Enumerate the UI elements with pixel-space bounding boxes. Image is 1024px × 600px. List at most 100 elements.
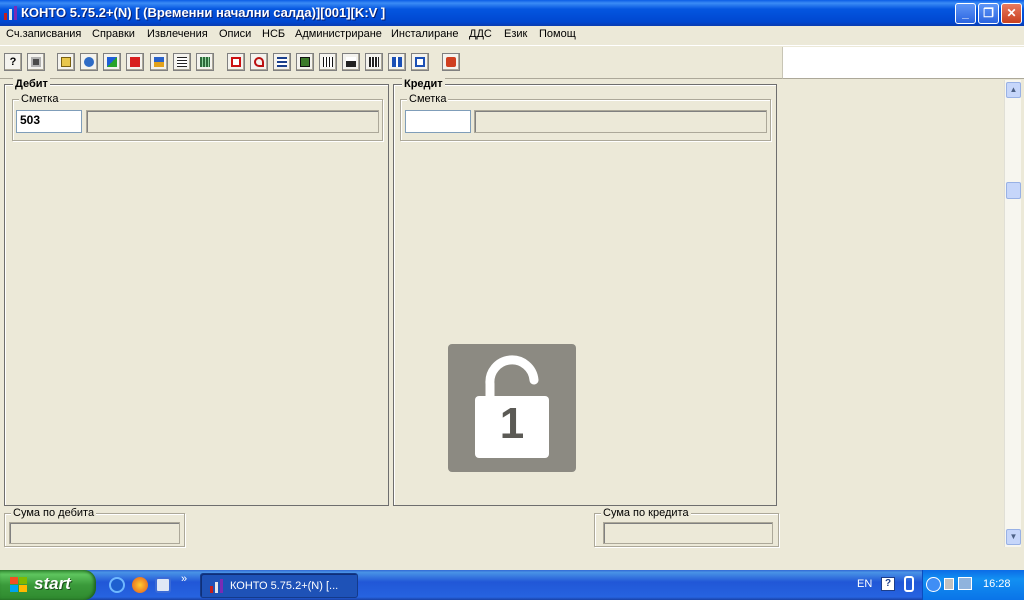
toolbar: ? xyxy=(0,47,782,79)
credit-total-field xyxy=(603,522,773,544)
debit-total-label: Сума по дебита xyxy=(11,507,97,519)
debit-total-field xyxy=(9,522,180,544)
calculator-button[interactable] xyxy=(196,53,214,71)
table-button[interactable] xyxy=(319,53,337,71)
sum-icon xyxy=(130,57,140,67)
quick-launch-chevron-icon[interactable]: » xyxy=(181,573,187,585)
credit-title: Кредит xyxy=(402,78,445,90)
credit-account-group: Сметка xyxy=(400,93,771,141)
debit-title: Дебит xyxy=(13,78,50,90)
scroll-up-arrow-icon[interactable]: ▲ xyxy=(1006,82,1021,98)
undo-icon xyxy=(254,57,264,67)
chart-icon xyxy=(107,57,117,67)
debit-account-input[interactable]: 503 xyxy=(16,110,82,133)
scrollbar-thumb[interactable] xyxy=(1006,182,1021,199)
gear-button[interactable] xyxy=(80,53,98,71)
save-button[interactable] xyxy=(27,53,45,71)
copy-button[interactable] xyxy=(57,53,75,71)
menu-item-reports[interactable]: Справки xyxy=(92,28,135,40)
help-tray-icon[interactable]: ? xyxy=(881,577,895,591)
save-icon xyxy=(31,57,41,67)
calculator-icon xyxy=(200,57,210,67)
lock-number: 1 xyxy=(499,399,525,448)
credit-account-input[interactable] xyxy=(405,110,471,133)
debit-total-group: Сума по дебита xyxy=(4,507,185,547)
menu-item-nsb[interactable]: НСБ xyxy=(262,28,285,40)
toolbar-blank-area xyxy=(782,47,1024,79)
debit-account-name-field xyxy=(86,110,379,133)
menu-item-vat[interactable]: ДДС xyxy=(469,28,492,40)
balance-icon xyxy=(346,57,356,67)
column-chart-button[interactable] xyxy=(388,53,406,71)
gear-icon xyxy=(84,57,94,67)
print-button[interactable] xyxy=(442,53,460,71)
menu-item-entries[interactable]: Сч.записвания xyxy=(6,28,81,40)
usb-tray-icon[interactable] xyxy=(904,576,914,592)
minimize-button[interactable]: _ xyxy=(955,3,976,24)
table-icon xyxy=(323,57,333,67)
sum-button[interactable] xyxy=(126,53,144,71)
report-icon xyxy=(231,57,241,67)
edit-button[interactable] xyxy=(411,53,429,71)
system-tray: 16:28 xyxy=(922,570,1024,600)
menu-item-inventories[interactable]: Описи xyxy=(219,28,251,40)
credit-total-group: Сума по кредита xyxy=(594,507,779,547)
title-bar: КОНТО 5.75.2+(N) [ (Временни начални сал… xyxy=(0,0,1024,26)
clock[interactable]: 16:28 xyxy=(983,578,1011,590)
edit-icon xyxy=(415,57,425,67)
taskbar: start » КОНТО 5.75.2+(N) [... EN ? 16:28 xyxy=(0,570,1024,600)
debit-panel: Дебит Сметка 503 xyxy=(4,78,389,506)
tree-button[interactable] xyxy=(150,53,168,71)
book-icon xyxy=(300,57,310,67)
document-button[interactable] xyxy=(173,53,191,71)
menu-item-administration[interactable]: Администриране xyxy=(295,28,382,40)
close-button[interactable]: ✕ xyxy=(1001,3,1022,24)
bar-chart-icon xyxy=(369,57,379,67)
windows-flag-icon xyxy=(10,577,27,592)
volume-icon[interactable] xyxy=(944,578,954,590)
debit-account-label: Сметка xyxy=(19,93,61,105)
maximize-button[interactable]: ❐ xyxy=(978,3,999,24)
book-button[interactable] xyxy=(296,53,314,71)
menu-item-extracts[interactable]: Извлечения xyxy=(147,28,208,40)
list-button[interactable] xyxy=(273,53,291,71)
document-icon xyxy=(177,57,187,67)
internet-explorer-icon[interactable] xyxy=(109,577,125,593)
taskbar-window-label: КОНТО 5.75.2+(N) [... xyxy=(230,580,339,592)
report-button[interactable] xyxy=(227,53,245,71)
media-player-icon[interactable] xyxy=(155,577,171,593)
chart-button[interactable] xyxy=(103,53,121,71)
print-icon xyxy=(446,57,456,67)
scroll-down-arrow-icon[interactable]: ▼ xyxy=(1006,529,1021,545)
menu-item-installation[interactable]: Инсталиране xyxy=(391,28,459,40)
firefox-icon[interactable] xyxy=(132,577,148,593)
undo-button[interactable] xyxy=(250,53,268,71)
menu-bar: Сч.записвания Справки Извлечения Описи Н… xyxy=(0,26,1024,46)
column-chart-icon xyxy=(392,57,402,67)
language-indicator[interactable]: EN xyxy=(857,578,872,590)
credit-total-label: Сума по кредита xyxy=(601,507,691,519)
menu-item-help[interactable]: Помощ xyxy=(539,28,576,40)
start-button[interactable]: start xyxy=(0,570,96,600)
window-title: КОНТО 5.75.2+(N) [ (Временни начални сал… xyxy=(21,5,386,20)
copy-icon xyxy=(61,57,71,67)
network-icon[interactable] xyxy=(958,577,972,590)
app-icon xyxy=(210,579,223,593)
lock-overlay: 1 xyxy=(448,344,576,472)
debit-account-value: 503 xyxy=(20,113,41,127)
credit-account-label: Сметка xyxy=(407,93,449,105)
help-button[interactable]: ? xyxy=(4,53,22,71)
help-icon: ? xyxy=(9,56,17,68)
list-icon xyxy=(277,57,287,67)
tray-expand-icon[interactable] xyxy=(926,577,941,592)
start-label: start xyxy=(34,574,71,593)
menu-item-language[interactable]: Език xyxy=(504,28,527,40)
balance-button[interactable] xyxy=(342,53,360,71)
debit-account-group: Сметка 503 xyxy=(12,93,383,141)
credit-account-name-field xyxy=(474,110,767,133)
taskbar-window-button[interactable]: КОНТО 5.75.2+(N) [... xyxy=(200,573,358,598)
app-icon xyxy=(4,6,17,20)
tree-icon xyxy=(154,57,164,67)
vertical-scrollbar[interactable]: ▲ ▼ xyxy=(1004,80,1021,547)
bar-chart-button[interactable] xyxy=(365,53,383,71)
